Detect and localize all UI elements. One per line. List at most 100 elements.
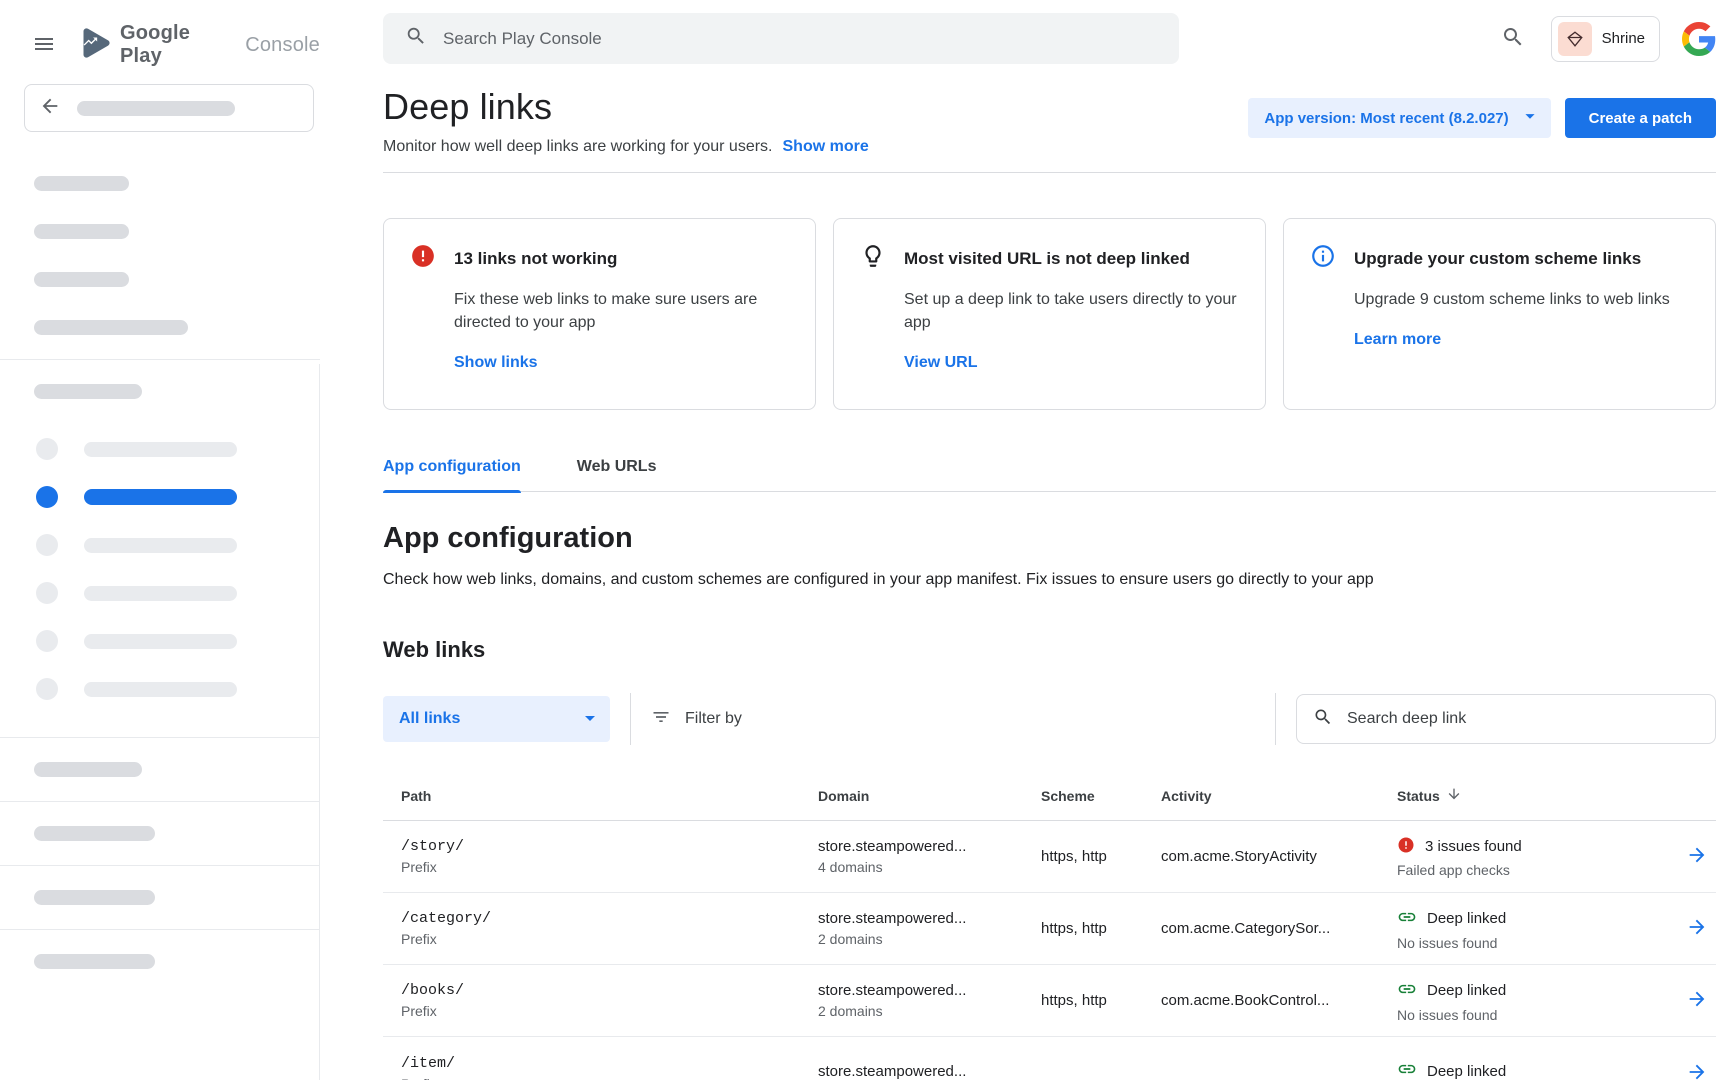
- divider: [0, 737, 320, 738]
- skeleton-circle: [36, 630, 58, 652]
- path-value: /category/: [401, 910, 808, 927]
- table-row[interactable]: /category/ Prefix store.steampowered... …: [383, 893, 1716, 965]
- insight-card-most-visited-url: Most visited URL is not deep linked Set …: [833, 218, 1266, 410]
- skeleton-bar: [34, 826, 155, 841]
- path-type: Prefix: [401, 859, 808, 875]
- skeleton-bar: [84, 489, 237, 505]
- create-patch-button[interactable]: Create a patch: [1565, 98, 1716, 138]
- skeleton-circle: [36, 582, 58, 604]
- app-selector-label: Shrine: [1602, 30, 1645, 47]
- sidebar-nav-item[interactable]: [0, 521, 320, 569]
- card-title: 13 links not working: [454, 249, 617, 269]
- skeleton-circle: [36, 438, 58, 460]
- app-version-dropdown[interactable]: App version: Most recent (8.2.027): [1248, 98, 1550, 138]
- table-row[interactable]: /books/ Prefix store.steampowered... 2 d…: [383, 965, 1716, 1037]
- scheme-value: https, http: [1041, 920, 1161, 937]
- sidebar-nav-item[interactable]: [0, 665, 320, 713]
- arrow-forward-icon: [1686, 916, 1708, 941]
- web-links-heading: Web links: [383, 637, 1716, 663]
- path-type: Prefix: [401, 1003, 808, 1019]
- divider: [0, 359, 320, 360]
- domain-count: 2 domains: [818, 1003, 1031, 1019]
- insight-card-links-not-working: 13 links not working Fix these web links…: [383, 218, 816, 410]
- skeleton-circle: [36, 486, 58, 508]
- path-value: /story/: [401, 838, 808, 855]
- table-row[interactable]: /item/ Prefix store.steampowered... Deep…: [383, 1037, 1716, 1080]
- skeleton-bar: [34, 954, 155, 969]
- sidebar-nav-item[interactable]: [0, 425, 320, 473]
- filter-by-button[interactable]: Filter by: [651, 707, 742, 732]
- skeleton-bar: [84, 634, 237, 649]
- tab-web-urls[interactable]: Web URLs: [577, 458, 657, 491]
- sidebar: Google Play Console: [0, 0, 320, 1080]
- google-account-avatar[interactable]: [1682, 22, 1716, 56]
- search-button[interactable]: [1497, 21, 1529, 56]
- status-value: Deep linked: [1427, 982, 1506, 999]
- skeleton-bar: [77, 101, 235, 116]
- arrow-drop-down-icon: [1519, 105, 1541, 131]
- topbar: Shrine: [383, 0, 1716, 64]
- divider: [0, 929, 320, 930]
- show-more-link[interactable]: Show more: [783, 138, 869, 156]
- divider: [0, 865, 320, 866]
- scheme-value: https, http: [1041, 992, 1161, 1009]
- global-search[interactable]: [383, 13, 1179, 64]
- links-filter-dropdown[interactable]: All links: [383, 696, 610, 742]
- learn-more-link[interactable]: Learn more: [1354, 331, 1441, 349]
- skeleton-bar: [84, 682, 237, 697]
- menu-button[interactable]: [26, 26, 62, 65]
- column-header-scheme: Scheme: [1041, 788, 1161, 804]
- page-title: Deep links: [383, 86, 869, 128]
- filter-by-label: Filter by: [685, 710, 742, 728]
- skeleton-bar: [34, 224, 129, 239]
- arrow-forward-icon: [1686, 844, 1708, 869]
- deep-link-search-input[interactable]: [1347, 710, 1699, 728]
- skeleton-circle: [36, 534, 58, 556]
- table-row[interactable]: /story/ Prefix store.steampowered... 4 d…: [383, 821, 1716, 893]
- deep-link-icon: [1397, 1059, 1417, 1080]
- sidebar-nav-item[interactable]: [0, 569, 320, 617]
- global-search-input[interactable]: [443, 29, 1157, 49]
- sidebar-nav-item[interactable]: [0, 617, 320, 665]
- skeleton-bar: [34, 320, 188, 335]
- path-value: /books/: [401, 982, 808, 999]
- row-detail-arrow-button[interactable]: [1682, 984, 1712, 1017]
- back-arrow-icon: [39, 95, 61, 122]
- insight-cards: 13 links not working Fix these web links…: [383, 218, 1716, 410]
- sidebar-nav-item-active[interactable]: [0, 473, 320, 521]
- row-detail-arrow-button[interactable]: [1682, 912, 1712, 945]
- filter-icon: [651, 707, 671, 732]
- shrine-app-icon: [1558, 22, 1592, 56]
- path-type: Prefix: [401, 931, 808, 947]
- info-icon: [1310, 243, 1336, 274]
- deep-link-search[interactable]: [1296, 694, 1716, 744]
- column-header-domain: Domain: [818, 788, 1041, 804]
- play-console-logo-icon: [76, 25, 112, 66]
- brand-console: Console: [245, 34, 320, 57]
- row-detail-arrow-button[interactable]: [1682, 1057, 1712, 1080]
- back-navigation[interactable]: [24, 84, 314, 132]
- app-selector-chip[interactable]: Shrine: [1551, 16, 1660, 62]
- deep-link-icon: [1397, 907, 1417, 931]
- view-url-link[interactable]: View URL: [904, 354, 978, 372]
- skeleton-bar: [84, 538, 237, 553]
- skeleton-bar: [34, 384, 142, 399]
- skeleton-bar: [34, 762, 142, 777]
- show-links-link[interactable]: Show links: [454, 354, 538, 372]
- table-header-row: Path Domain Scheme Activity Status: [383, 771, 1716, 821]
- web-links-table: Path Domain Scheme Activity Status /stor…: [383, 771, 1716, 1080]
- domain-value: store.steampowered...: [818, 910, 1031, 927]
- row-detail-arrow-button[interactable]: [1682, 840, 1712, 873]
- section-heading: App configuration: [383, 522, 1716, 555]
- column-header-status[interactable]: Status: [1397, 786, 1677, 805]
- arrow-drop-down-icon: [578, 706, 602, 733]
- page-subtitle: Monitor how well deep links are working …: [383, 138, 773, 156]
- table-toolbar: All links Filter by: [383, 693, 1716, 745]
- tab-bar: App configuration Web URLs: [383, 458, 1716, 492]
- divider: [383, 172, 1716, 173]
- tab-app-configuration[interactable]: App configuration: [383, 458, 521, 491]
- card-body: Fix these web links to make sure users a…: [454, 288, 789, 334]
- insight-card-upgrade-schemes: Upgrade your custom scheme links Upgrade…: [1283, 218, 1716, 410]
- brand-google-play: Google Play: [120, 22, 237, 68]
- divider: [630, 693, 631, 745]
